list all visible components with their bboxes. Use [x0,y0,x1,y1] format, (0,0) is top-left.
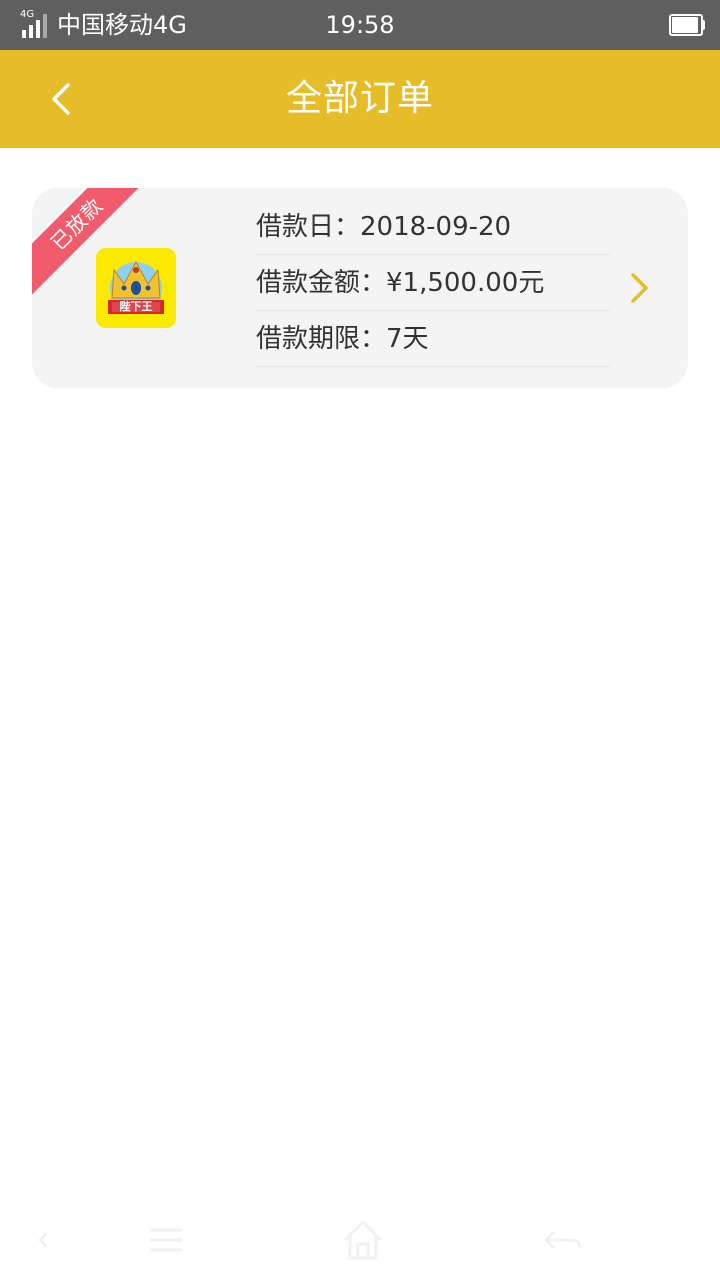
chevron-left-icon [52,83,70,115]
loan-term-text: 借款期限：7天 [256,324,429,354]
status-time: 19:58 [325,11,395,39]
app-logo: 陛下王 [96,248,176,328]
status-bar: 4G 中国移动4G 19:58 [0,0,720,50]
loan-date-text: 借款日：2018-09-20 [256,212,512,242]
order-card[interactable]: 已放款 陛下王 借款日：2018-09-20 借款金额：¥1,500.00元 借… [32,188,688,388]
app-logo-text: 陛下王 [119,300,153,313]
menu-icon[interactable] [146,1210,186,1270]
home-icon[interactable] [340,1210,386,1270]
loan-amount-row: 借款金额：¥1,500.00元 [256,254,610,311]
back-icon[interactable] [28,1210,58,1270]
loan-amount-text: 借款金额：¥1,500.00元 [256,268,545,298]
chevron-right-icon[interactable] [624,270,654,306]
header-bar: 全部订单 [0,50,720,148]
return-icon[interactable] [540,1210,584,1270]
back-button[interactable] [30,70,90,128]
page-title: 全部订单 [285,78,434,119]
system-nav-bar [0,1210,720,1280]
loan-term-row: 借款期限：7天 [256,310,610,367]
loan-date-row: 借款日：2018-09-20 [256,198,610,255]
battery-icon [669,14,705,36]
